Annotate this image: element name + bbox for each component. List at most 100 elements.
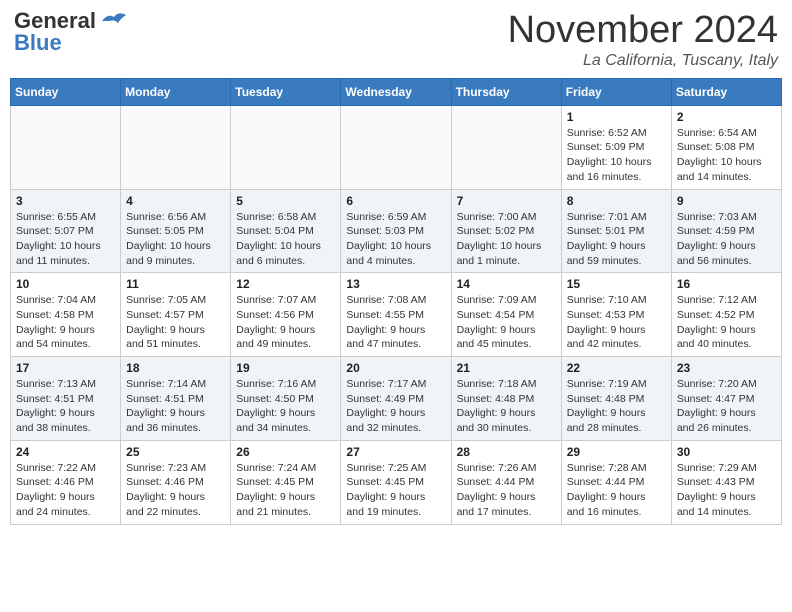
day-info: Sunrise: 7:05 AM Sunset: 4:57 PM Dayligh… (126, 293, 225, 352)
day-info: Sunrise: 6:58 AM Sunset: 5:04 PM Dayligh… (236, 210, 335, 269)
day-number: 25 (126, 445, 225, 459)
weekday-header-tuesday: Tuesday (231, 78, 341, 105)
day-number: 12 (236, 277, 335, 291)
calendar-day-15: 15 Sunrise: 7:10 AM Sunset: 4:53 PM Dayli… (561, 273, 671, 357)
day-number: 1 (567, 110, 666, 124)
calendar-day-16: 16 Sunrise: 7:12 AM Sunset: 4:52 PM Dayli… (671, 273, 781, 357)
day-number: 29 (567, 445, 666, 459)
calendar-day-empty (451, 105, 561, 189)
day-number: 19 (236, 361, 335, 375)
calendar-week-row: 3 Sunrise: 6:55 AM Sunset: 5:07 PM Daylig… (11, 189, 782, 273)
weekday-header-sunday: Sunday (11, 78, 121, 105)
calendar-week-row: 17 Sunrise: 7:13 AM Sunset: 4:51 PM Dayli… (11, 357, 782, 441)
weekday-header-monday: Monday (121, 78, 231, 105)
day-number: 5 (236, 194, 335, 208)
weekday-header-thursday: Thursday (451, 78, 561, 105)
page-header: GeneralBlue November 2024 La California,… (10, 10, 782, 70)
day-number: 7 (457, 194, 556, 208)
day-number: 2 (677, 110, 776, 124)
day-info: Sunrise: 7:28 AM Sunset: 4:44 PM Dayligh… (567, 461, 666, 520)
calendar-day-13: 13 Sunrise: 7:08 AM Sunset: 4:55 PM Dayli… (341, 273, 451, 357)
weekday-header-row: SundayMondayTuesdayWednesdayThursdayFrid… (11, 78, 782, 105)
calendar-day-17: 17 Sunrise: 7:13 AM Sunset: 4:51 PM Dayli… (11, 357, 121, 441)
day-info: Sunrise: 7:26 AM Sunset: 4:44 PM Dayligh… (457, 461, 556, 520)
calendar-day-6: 6 Sunrise: 6:59 AM Sunset: 5:03 PM Daylig… (341, 189, 451, 273)
calendar-day-24: 24 Sunrise: 7:22 AM Sunset: 4:46 PM Dayli… (11, 440, 121, 524)
day-number: 6 (346, 194, 445, 208)
logo-bird-icon (100, 11, 128, 36)
day-number: 3 (16, 194, 115, 208)
day-info: Sunrise: 7:08 AM Sunset: 4:55 PM Dayligh… (346, 293, 445, 352)
day-number: 27 (346, 445, 445, 459)
calendar-day-14: 14 Sunrise: 7:09 AM Sunset: 4:54 PM Dayli… (451, 273, 561, 357)
day-info: Sunrise: 7:14 AM Sunset: 4:51 PM Dayligh… (126, 377, 225, 436)
calendar-day-2: 2 Sunrise: 6:54 AM Sunset: 5:08 PM Daylig… (671, 105, 781, 189)
calendar-day-9: 9 Sunrise: 7:03 AM Sunset: 4:59 PM Daylig… (671, 189, 781, 273)
day-info: Sunrise: 7:24 AM Sunset: 4:45 PM Dayligh… (236, 461, 335, 520)
day-number: 22 (567, 361, 666, 375)
calendar-day-empty (11, 105, 121, 189)
day-number: 15 (567, 277, 666, 291)
calendar-day-26: 26 Sunrise: 7:24 AM Sunset: 4:45 PM Dayli… (231, 440, 341, 524)
day-info: Sunrise: 7:20 AM Sunset: 4:47 PM Dayligh… (677, 377, 776, 436)
weekday-header-friday: Friday (561, 78, 671, 105)
calendar-week-row: 10 Sunrise: 7:04 AM Sunset: 4:58 PM Dayli… (11, 273, 782, 357)
calendar-day-1: 1 Sunrise: 6:52 AM Sunset: 5:09 PM Daylig… (561, 105, 671, 189)
day-info: Sunrise: 6:54 AM Sunset: 5:08 PM Dayligh… (677, 126, 776, 185)
day-number: 16 (677, 277, 776, 291)
calendar-day-22: 22Sunrise: 7:19 AM Sunset: 4:48 PM Dayli… (561, 357, 671, 441)
calendar-day-18: 18 Sunrise: 7:14 AM Sunset: 4:51 PM Dayli… (121, 357, 231, 441)
calendar-day-20: 20Sunrise: 7:17 AM Sunset: 4:49 PM Dayli… (341, 357, 451, 441)
day-info: Sunrise: 7:04 AM Sunset: 4:58 PM Dayligh… (16, 293, 115, 352)
day-number: 28 (457, 445, 556, 459)
calendar-day-8: 8 Sunrise: 7:01 AM Sunset: 5:01 PM Daylig… (561, 189, 671, 273)
calendar-day-7: 7 Sunrise: 7:00 AM Sunset: 5:02 PM Daylig… (451, 189, 561, 273)
weekday-header-wednesday: Wednesday (341, 78, 451, 105)
day-number: 8 (567, 194, 666, 208)
day-info: Sunrise: 7:00 AM Sunset: 5:02 PM Dayligh… (457, 210, 556, 269)
calendar-table: SundayMondayTuesdayWednesdayThursdayFrid… (10, 78, 782, 525)
day-info: Sunrise: 7:18 AM Sunset: 4:48 PM Dayligh… (457, 377, 556, 436)
calendar-day-empty (341, 105, 451, 189)
day-info: Sunrise: 7:12 AM Sunset: 4:52 PM Dayligh… (677, 293, 776, 352)
logo: GeneralBlue (14, 10, 128, 54)
day-info: Sunrise: 7:10 AM Sunset: 4:53 PM Dayligh… (567, 293, 666, 352)
calendar-day-27: 27 Sunrise: 7:25 AM Sunset: 4:45 PM Dayli… (341, 440, 451, 524)
calendar-day-11: 11Sunrise: 7:05 AM Sunset: 4:57 PM Dayli… (121, 273, 231, 357)
title-block: November 2024 La California, Tuscany, It… (508, 10, 778, 70)
calendar-day-29: 29 Sunrise: 7:28 AM Sunset: 4:44 PM Dayli… (561, 440, 671, 524)
calendar-day-3: 3 Sunrise: 6:55 AM Sunset: 5:07 PM Daylig… (11, 189, 121, 273)
day-info: Sunrise: 6:55 AM Sunset: 5:07 PM Dayligh… (16, 210, 115, 269)
day-info: Sunrise: 7:09 AM Sunset: 4:54 PM Dayligh… (457, 293, 556, 352)
day-number: 13 (346, 277, 445, 291)
day-info: Sunrise: 7:29 AM Sunset: 4:43 PM Dayligh… (677, 461, 776, 520)
calendar-week-row: 24 Sunrise: 7:22 AM Sunset: 4:46 PM Dayli… (11, 440, 782, 524)
day-number: 26 (236, 445, 335, 459)
day-number: 18 (126, 361, 225, 375)
day-number: 17 (16, 361, 115, 375)
day-info: Sunrise: 7:01 AM Sunset: 5:01 PM Dayligh… (567, 210, 666, 269)
weekday-header-saturday: Saturday (671, 78, 781, 105)
day-info: Sunrise: 7:22 AM Sunset: 4:46 PM Dayligh… (16, 461, 115, 520)
day-info: Sunrise: 7:07 AM Sunset: 4:56 PM Dayligh… (236, 293, 335, 352)
calendar-day-5: 5 Sunrise: 6:58 AM Sunset: 5:04 PM Daylig… (231, 189, 341, 273)
calendar-day-19: 19Sunrise: 7:16 AM Sunset: 4:50 PM Dayli… (231, 357, 341, 441)
day-info: Sunrise: 7:03 AM Sunset: 4:59 PM Dayligh… (677, 210, 776, 269)
calendar-day-25: 25 Sunrise: 7:23 AM Sunset: 4:46 PM Dayli… (121, 440, 231, 524)
day-info: Sunrise: 7:13 AM Sunset: 4:51 PM Dayligh… (16, 377, 115, 436)
day-info: Sunrise: 7:25 AM Sunset: 4:45 PM Dayligh… (346, 461, 445, 520)
day-number: 4 (126, 194, 225, 208)
day-number: 14 (457, 277, 556, 291)
calendar-day-28: 28 Sunrise: 7:26 AM Sunset: 4:44 PM Dayli… (451, 440, 561, 524)
day-number: 9 (677, 194, 776, 208)
day-info: Sunrise: 7:23 AM Sunset: 4:46 PM Dayligh… (126, 461, 225, 520)
day-number: 10 (16, 277, 115, 291)
day-number: 30 (677, 445, 776, 459)
day-number: 21 (457, 361, 556, 375)
day-info: Sunrise: 6:59 AM Sunset: 5:03 PM Dayligh… (346, 210, 445, 269)
calendar-day-empty (231, 105, 341, 189)
calendar-day-empty (121, 105, 231, 189)
day-info: Sunrise: 6:52 AM Sunset: 5:09 PM Dayligh… (567, 126, 666, 185)
day-number: 24 (16, 445, 115, 459)
calendar-day-10: 10 Sunrise: 7:04 AM Sunset: 4:58 PM Dayli… (11, 273, 121, 357)
